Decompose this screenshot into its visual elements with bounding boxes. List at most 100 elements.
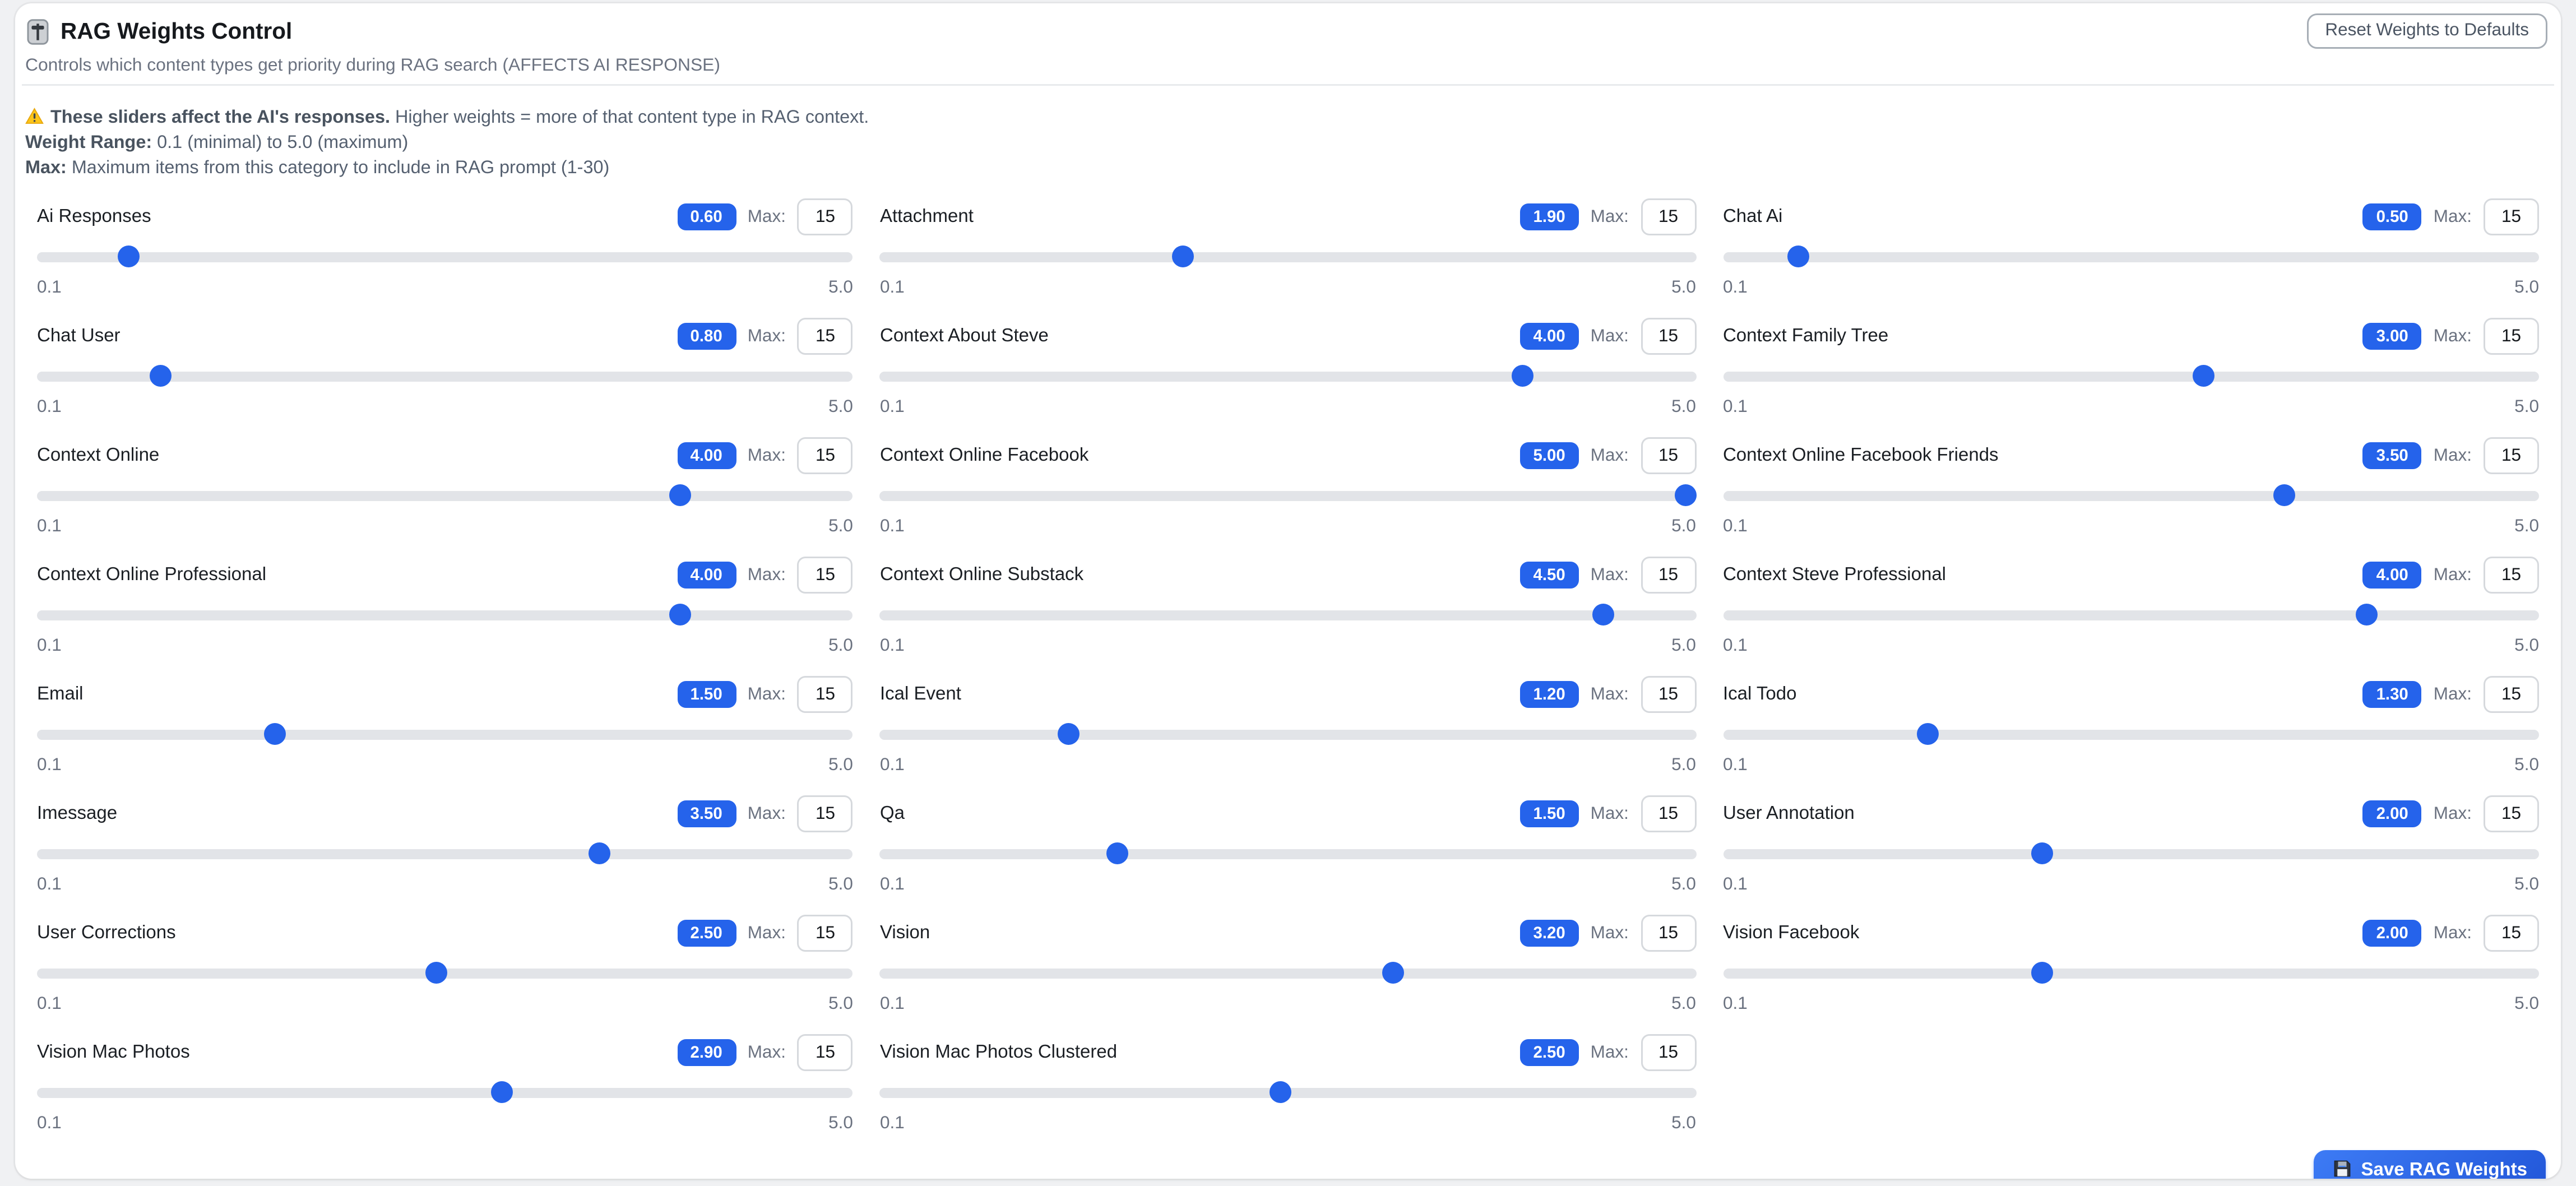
slider-track[interactable] — [37, 610, 853, 620]
slider-thumb[interactable] — [1674, 485, 1696, 507]
weight-slider[interactable] — [880, 485, 1696, 507]
slider-track[interactable] — [880, 849, 1696, 859]
max-input[interactable] — [2484, 318, 2539, 355]
slider-track[interactable] — [1723, 252, 2539, 262]
slider-track[interactable] — [880, 371, 1696, 381]
slider-thumb[interactable] — [2031, 843, 2053, 865]
weight-control: Context Online Facebook 5.00 Max: 0.1 5.… — [880, 436, 1696, 537]
weight-slider[interactable] — [37, 485, 853, 507]
weight-slider[interactable] — [1723, 604, 2539, 626]
weight-header: Chat User 0.80 Max: — [37, 317, 853, 357]
weight-slider[interactable] — [1723, 246, 2539, 268]
max-input[interactable] — [2484, 438, 2539, 475]
slider-track[interactable] — [37, 252, 853, 262]
range-labels: 0.1 5.0 — [37, 397, 853, 418]
slider-track[interactable] — [880, 729, 1696, 739]
slider-track[interactable] — [1723, 490, 2539, 501]
max-input[interactable] — [2484, 199, 2539, 236]
floppy-disk-icon — [2333, 1158, 2353, 1179]
slider-thumb[interactable] — [2274, 485, 2296, 507]
slider-thumb[interactable] — [118, 246, 140, 268]
slider-track[interactable] — [37, 729, 853, 739]
slider-thumb[interactable] — [2031, 962, 2053, 984]
weight-slider[interactable] — [37, 365, 853, 387]
weight-slider[interactable] — [37, 724, 853, 745]
max-input[interactable] — [798, 438, 853, 475]
weight-slider[interactable] — [37, 843, 853, 865]
slider-thumb[interactable] — [150, 365, 172, 387]
max-input[interactable] — [798, 199, 853, 236]
weight-slider[interactable] — [1723, 724, 2539, 745]
slider-thumb[interactable] — [2355, 604, 2377, 626]
slider-thumb[interactable] — [669, 604, 691, 626]
slider-thumb[interactable] — [1512, 365, 1534, 387]
max-input[interactable] — [1641, 677, 1696, 714]
slider-thumb[interactable] — [1382, 962, 1404, 984]
weight-slider[interactable] — [880, 962, 1696, 984]
weight-slider[interactable] — [37, 962, 853, 984]
weight-slider[interactable] — [880, 724, 1696, 745]
slider-thumb[interactable] — [1788, 246, 1810, 268]
slider-track[interactable] — [880, 968, 1696, 978]
weight-slider[interactable] — [37, 1082, 853, 1104]
slider-thumb[interactable] — [1171, 246, 1193, 268]
weight-slider[interactable] — [1723, 485, 2539, 507]
save-rag-weights-button[interactable]: Save RAG Weights — [2314, 1151, 2546, 1180]
slider-track[interactable] — [880, 490, 1696, 501]
slider-track[interactable] — [1723, 610, 2539, 620]
range-max-label: 5.0 — [2514, 636, 2539, 656]
weight-value-badge: 1.50 — [677, 682, 736, 708]
max-input[interactable] — [2484, 557, 2539, 594]
slider-thumb[interactable] — [426, 962, 448, 984]
weight-slider[interactable] — [1723, 843, 2539, 865]
slider-track[interactable] — [37, 1087, 853, 1097]
max-input[interactable] — [1641, 557, 1696, 594]
slider-thumb[interactable] — [669, 485, 691, 507]
reset-weights-button[interactable]: Reset Weights to Defaults — [2306, 13, 2547, 49]
slider-thumb[interactable] — [1917, 724, 1939, 745]
max-input[interactable] — [1641, 199, 1696, 236]
slider-track[interactable] — [1723, 729, 2539, 739]
weight-slider[interactable] — [37, 246, 853, 268]
weight-slider[interactable] — [880, 365, 1696, 387]
slider-thumb[interactable] — [1058, 724, 1080, 745]
rag-weights-panel: RAG Weights Control Reset Weights to Def… — [15, 3, 2561, 1179]
slider-thumb[interactable] — [1269, 1082, 1291, 1104]
slider-track[interactable] — [880, 252, 1696, 262]
max-input[interactable] — [2484, 677, 2539, 714]
max-input[interactable] — [798, 1035, 853, 1072]
range-labels: 0.1 5.0 — [1723, 517, 2539, 537]
weight-slider[interactable] — [880, 843, 1696, 865]
max-input[interactable] — [1641, 915, 1696, 952]
slider-track[interactable] — [1723, 968, 2539, 978]
slider-track[interactable] — [1723, 849, 2539, 859]
slider-thumb[interactable] — [588, 843, 610, 865]
weight-value-badge: 4.00 — [677, 443, 736, 470]
weight-slider[interactable] — [1723, 962, 2539, 984]
max-input[interactable] — [798, 915, 853, 952]
max-input[interactable] — [1641, 796, 1696, 833]
weight-slider[interactable] — [37, 604, 853, 626]
weight-slider[interactable] — [880, 1082, 1696, 1104]
slider-thumb[interactable] — [2193, 365, 2215, 387]
slider-thumb[interactable] — [1593, 604, 1615, 626]
weight-slider[interactable] — [880, 604, 1696, 626]
slider-track[interactable] — [1723, 371, 2539, 381]
max-input[interactable] — [798, 557, 853, 594]
slider-track[interactable] — [880, 610, 1696, 620]
max-input[interactable] — [1641, 438, 1696, 475]
weight-slider[interactable] — [1723, 365, 2539, 387]
max-input[interactable] — [1641, 318, 1696, 355]
slider-thumb[interactable] — [1107, 843, 1129, 865]
weight-slider[interactable] — [880, 246, 1696, 268]
max-input[interactable] — [798, 318, 853, 355]
slider-track[interactable] — [37, 849, 853, 859]
max-input[interactable] — [2484, 915, 2539, 952]
slider-track[interactable] — [37, 490, 853, 501]
slider-thumb[interactable] — [491, 1082, 513, 1104]
max-input[interactable] — [798, 796, 853, 833]
slider-thumb[interactable] — [264, 724, 286, 745]
max-input[interactable] — [1641, 1035, 1696, 1072]
max-input[interactable] — [2484, 796, 2539, 833]
max-input[interactable] — [798, 677, 853, 714]
